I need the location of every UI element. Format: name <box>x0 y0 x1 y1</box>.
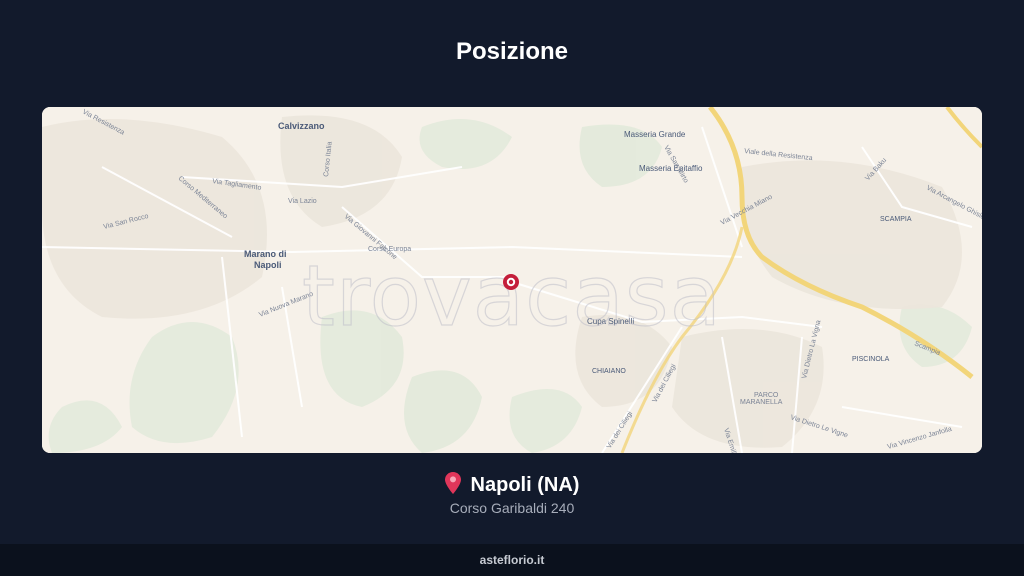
footer-brand[interactable]: asteflorio.it <box>0 553 1024 567</box>
location-city: Napoli (NA) <box>470 474 580 496</box>
place-label-calvizzano: Calvizzano <box>278 121 325 131</box>
place-label-parco-1: PARCO <box>754 392 779 399</box>
location-address: Corso Garibaldi 240 <box>449 500 575 516</box>
page-title: Posizione <box>455 38 569 65</box>
place-label-marano-1: Marano di <box>244 249 287 259</box>
location-heading: Napoli (NA) <box>0 472 1024 497</box>
place-label-masseria-grande: Masseria Grande <box>624 130 686 139</box>
place-label-marano-2: Napoli <box>254 260 282 270</box>
place-label-masseria-epitaffio: Masseria Epitaffio <box>639 164 703 173</box>
place-label-chiaiano: CHIAIANO <box>592 368 626 375</box>
road-label-via-lazio: Via Lazio <box>288 198 317 205</box>
place-label-scampia: SCAMPIA <box>880 216 912 223</box>
place-label-parco-2: MARANELLA <box>740 399 783 406</box>
road-label-corso-europa: Corso Europa <box>368 246 411 253</box>
place-label-piscinola: PISCINOLA <box>852 356 890 363</box>
map[interactable]: Calvizzano Masseria Grande Masseria Epit… <box>42 107 982 453</box>
place-label-cupa-spinelli: Cupa Spinelli <box>587 317 634 326</box>
map-pin-icon <box>444 472 461 494</box>
location-marker-icon[interactable] <box>502 273 520 291</box>
footer: asteflorio.it <box>0 544 1024 576</box>
